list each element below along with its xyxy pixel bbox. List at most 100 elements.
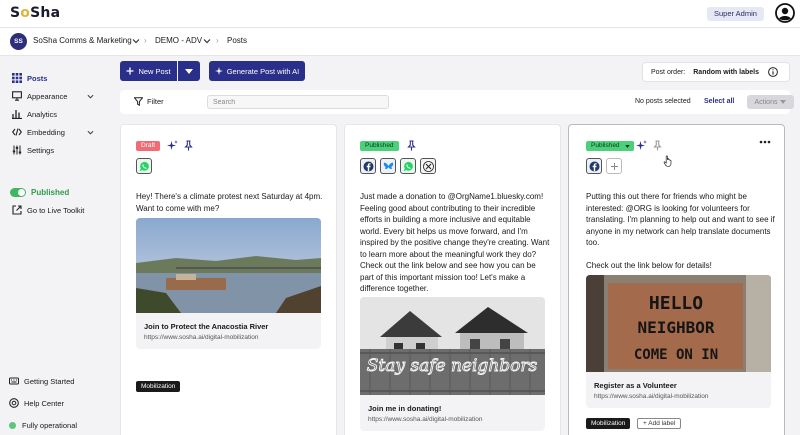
- generate-ai-post-button[interactable]: Generate Post with AI: [209, 61, 305, 81]
- app-logo[interactable]: SoSha: [10, 5, 60, 21]
- link-title: Join to Protect the Anacostia River: [144, 322, 269, 331]
- social-channels: [136, 158, 152, 174]
- sidebar-item-appearance[interactable]: Appearance: [12, 89, 67, 103]
- graffiti-text: Stay safe neighbors: [367, 356, 538, 376]
- post-card[interactable]: Published Putting this out there for fri…: [568, 124, 785, 435]
- link-title: Register as a Volunteer: [594, 381, 677, 390]
- status-indicator[interactable]: Fully operational: [9, 418, 77, 432]
- new-post-button[interactable]: New Post: [120, 61, 177, 81]
- ai-sparkle-icon: [167, 140, 178, 150]
- filter-icon: [134, 97, 143, 106]
- social-channels: [360, 158, 436, 174]
- top-bar: SoSha Super Admin: [0, 0, 800, 28]
- selection-status: No posts selected: [635, 98, 691, 105]
- pin-icon[interactable]: [406, 140, 417, 151]
- sidebar-item-settings[interactable]: Settings: [12, 143, 54, 157]
- keyboard-icon: [9, 377, 19, 385]
- facebook-icon: [589, 161, 599, 171]
- link-url: https://www.sosha.ai/digital-mobilizatio…: [594, 393, 709, 400]
- add-label-button[interactable]: + Add label: [637, 418, 682, 429]
- go-to-live-toolkit-link[interactable]: Go to Live Toolkit: [12, 203, 84, 217]
- search-input[interactable]: [207, 95, 389, 109]
- breadcrumb: SS SoSha Comms & Marketing › DEMO - ADV …: [0, 28, 800, 56]
- caret-down-icon[interactable]: [625, 145, 630, 148]
- hello-neighbor-photo: HELLO NEIGHBOR COME ON IN: [586, 275, 771, 372]
- link-url: https://www.sosha.ai/digital-mobilizatio…: [144, 334, 259, 341]
- chevron-down-icon[interactable]: [87, 129, 94, 136]
- breadcrumb-project[interactable]: DEMO - ADV: [155, 36, 202, 45]
- getting-started-link[interactable]: Getting Started: [9, 374, 74, 388]
- label-tag[interactable]: Mobilization: [586, 418, 631, 429]
- post-card[interactable]: Published Just made a donation to @OrgNa…: [344, 124, 561, 435]
- sidebar-item-posts[interactable]: Posts: [12, 71, 47, 85]
- river-photo: [136, 218, 321, 313]
- label-tag[interactable]: Mobilization: [136, 381, 181, 392]
- plus-icon: [126, 67, 134, 75]
- caret-down-icon: [780, 100, 787, 104]
- breadcrumb-separator: ›: [216, 36, 219, 45]
- add-channel-button[interactable]: [606, 158, 622, 174]
- chevron-down-icon[interactable]: [132, 37, 140, 45]
- post-card[interactable]: Draft Hey! There's a climate protest nex…: [120, 124, 337, 435]
- bluesky-icon: [383, 162, 393, 169]
- link-preview[interactable]: HELLO NEIGHBOR COME ON IN Register as a …: [586, 275, 771, 408]
- neighbors-photo: Stay safe neighbors: [360, 297, 545, 395]
- bluesky-channel[interactable]: [380, 158, 396, 174]
- chart-icon: [12, 110, 22, 119]
- link-title: Join me in donating!: [368, 404, 442, 413]
- monitor-icon: [12, 91, 22, 101]
- pin-icon[interactable]: [183, 140, 194, 151]
- ai-sparkle-icon: [636, 140, 647, 150]
- sidebar: Posts Appearance Analytics Embedding Set…: [0, 56, 105, 435]
- filter-button[interactable]: Filter: [134, 97, 164, 106]
- whatsapp-icon: [403, 161, 413, 171]
- org-avatar[interactable]: SS: [10, 33, 27, 50]
- sign-line-2: NEIGHBOR: [637, 318, 714, 337]
- breadcrumb-page: Posts: [227, 36, 248, 45]
- select-all-button[interactable]: Select all: [704, 98, 734, 105]
- sidebar-item-analytics[interactable]: Analytics: [12, 107, 57, 121]
- chevron-down-icon[interactable]: [203, 37, 211, 45]
- status-badge[interactable]: Draft: [136, 141, 161, 151]
- new-post-menu-button[interactable]: [178, 61, 200, 81]
- help-icon: [9, 398, 19, 408]
- whatsapp-channel[interactable]: [136, 158, 152, 174]
- link-preview[interactable]: Join to Protect the Anacostia River http…: [136, 218, 321, 349]
- link-preview[interactable]: Stay safe neighbors Join me in donating!…: [360, 297, 545, 431]
- info-icon[interactable]: [768, 67, 778, 77]
- breadcrumb-separator: ›: [144, 36, 147, 45]
- facebook-icon: [363, 161, 373, 171]
- status-badge[interactable]: Published: [360, 141, 399, 151]
- facebook-channel[interactable]: [360, 158, 376, 174]
- social-channels: [586, 158, 622, 174]
- caret-down-icon: [185, 68, 193, 74]
- main-content: New Post Generate Post with AI Post orde…: [105, 56, 800, 435]
- whatsapp-channel[interactable]: [400, 158, 416, 174]
- published-toggle[interactable]: [10, 188, 26, 197]
- grid-icon: [12, 73, 22, 83]
- hand-cursor-icon: [663, 155, 672, 167]
- sign-line-3: COME ON IN: [634, 347, 718, 363]
- plus-icon: [610, 162, 618, 170]
- filter-bar: Filter No posts selected Select all Acti…: [120, 90, 794, 114]
- status-dot: [9, 421, 16, 429]
- help-center-link[interactable]: Help Center: [9, 396, 64, 410]
- actions-dropdown[interactable]: Actions: [747, 95, 794, 109]
- breadcrumb-org[interactable]: SoSha Comms & Marketing: [33, 36, 132, 45]
- post-text: Putting this out there for friends who m…: [586, 192, 775, 270]
- post-text: Just made a donation to @OrgName1.bluesk…: [360, 192, 552, 293]
- account-icon[interactable]: [775, 3, 795, 23]
- whatsapp-icon: [139, 161, 149, 171]
- sparkle-icon: [214, 67, 223, 75]
- more-options-icon[interactable]: [759, 139, 771, 145]
- chevron-down-icon[interactable]: [87, 93, 94, 100]
- published-label: Published: [31, 188, 70, 197]
- sign-line-1: HELLO: [649, 293, 703, 314]
- role-badge: Super Admin: [707, 7, 764, 21]
- pin-icon[interactable]: [652, 140, 663, 151]
- post-text: Hey! There's a climate protest next Satu…: [136, 192, 325, 213]
- x-channel[interactable]: [420, 158, 436, 174]
- sidebar-item-embedding[interactable]: Embedding: [12, 125, 65, 139]
- facebook-channel[interactable]: [586, 158, 602, 174]
- link-url: https://www.sosha.ai/digital-mobilizatio…: [368, 416, 483, 423]
